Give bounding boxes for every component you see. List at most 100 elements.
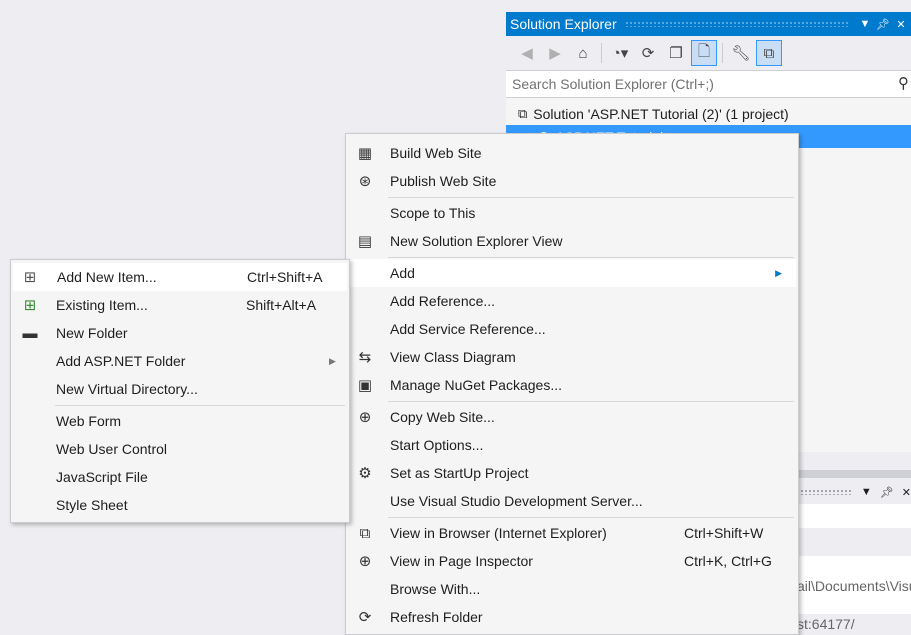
menu-item-add[interactable]: Add ▶: [348, 259, 796, 287]
menu-item-use-vs-development-server[interactable]: Use Visual Studio Development Server...: [346, 487, 798, 515]
menu-item-label: New Folder: [56, 325, 128, 341]
solution-label: Solution 'ASP.NET Tutorial (2)' (1 proje…: [533, 105, 789, 122]
pin-icon[interactable]: 📌︎: [875, 18, 891, 31]
sync-icon[interactable]: ⟳: [635, 40, 661, 66]
close-icon[interactable]: ✕: [893, 18, 909, 31]
submenu-item-web-user-control[interactable]: Web User Control: [11, 435, 349, 463]
collapse-all-icon[interactable]: ❐: [663, 40, 689, 66]
pending-changes-icon[interactable]: ◔▾: [607, 40, 633, 66]
menu-item-label: Add: [390, 265, 415, 281]
submenu-item-add-aspnet-folder[interactable]: Add ASP.NET Folder ▶: [11, 347, 349, 375]
preview-icon[interactable]: ⧉: [756, 40, 782, 66]
properties-object-selector[interactable]: [796, 504, 911, 528]
menu-item-build-web-site[interactable]: ▦ Build Web Site: [346, 139, 798, 167]
dropdown-icon[interactable]: ▼: [861, 486, 872, 498]
menu-item-label: Refresh Folder: [390, 609, 483, 625]
new-view-icon: ▤: [357, 233, 373, 250]
menu-item-label: Browse With...: [390, 581, 481, 597]
panel-divider: [796, 470, 911, 478]
menu-item-copy-web-site[interactable]: ⊕ Copy Web Site...: [346, 403, 798, 431]
submenu-item-new-folder[interactable]: ▬ New Folder: [11, 319, 349, 347]
build-icon: ▦: [357, 145, 373, 162]
submenu-item-style-sheet[interactable]: Style Sheet: [11, 491, 349, 519]
dropdown-icon[interactable]: ▼: [857, 18, 873, 30]
menu-item-shortcut: Ctrl+Shift+A: [247, 269, 323, 285]
menu-item-view-in-page-inspector[interactable]: ⊕ View in Page Inspector Ctrl+K, Ctrl+G: [346, 547, 798, 575]
submenu-item-add-new-item[interactable]: ⊞ Add New Item... Ctrl+Shift+A: [13, 263, 347, 291]
nuget-icon: ▣: [357, 377, 373, 394]
menu-item-label: Add Service Reference...: [390, 321, 546, 337]
menu-item-label: Start Options...: [390, 437, 484, 453]
copy-web-icon: ⊕: [358, 409, 372, 426]
menu-item-label: Web Form: [56, 413, 122, 429]
menu-item-label: Web User Control: [56, 441, 168, 457]
menu-item-manage-nuget-packages[interactable]: ▣ Manage NuGet Packages...: [346, 371, 798, 399]
menu-item-start-options[interactable]: Start Options...: [346, 431, 798, 459]
solution-explorer-title-bar: Solution Explorer ▼ 📌︎ ✕: [506, 12, 911, 36]
context-menu: ▦ Build Web Site ⊛ Publish Web Site Scop…: [345, 133, 799, 635]
menu-separator: [388, 197, 794, 198]
menu-item-new-solution-explorer-view[interactable]: ▤ New Solution Explorer View: [346, 227, 798, 255]
property-path-value: ail\Documents\Visu: [797, 578, 911, 594]
menu-separator: [388, 257, 794, 258]
menu-item-browse-with[interactable]: Browse With...: [346, 575, 798, 603]
menu-separator: [388, 401, 794, 402]
menu-item-view-in-browser[interactable]: ⧉ View in Browser (Internet Explorer) Ct…: [346, 519, 798, 547]
home-icon[interactable]: ⌂: [570, 40, 596, 66]
search-placeholder: Search Solution Explorer (Ctrl+;): [512, 76, 714, 92]
menu-item-label: Add New Item...: [57, 269, 157, 285]
menu-item-label: View in Page Inspector: [390, 553, 533, 569]
class-diagram-icon: ⇆: [358, 349, 372, 366]
tree-item-solution[interactable]: ⧉ Solution 'ASP.NET Tutorial (2)' (1 pro…: [506, 102, 911, 125]
show-all-files-icon[interactable]: 🗋︎: [691, 40, 717, 66]
gear-icon: ⚙: [358, 465, 372, 482]
search-input[interactable]: Search Solution Explorer (Ctrl+;) ⚲: [506, 70, 911, 98]
menu-separator: [55, 405, 345, 406]
menu-item-label: Manage NuGet Packages...: [390, 377, 562, 393]
existing-item-icon: ⊞: [23, 297, 37, 314]
properties-icon[interactable]: 🔧︎: [728, 40, 754, 66]
toolbar-separator: [601, 43, 602, 63]
menu-item-label: View in Browser (Internet Explorer): [390, 525, 607, 541]
title-grip: [796, 489, 853, 495]
pin-icon[interactable]: 📌︎: [880, 486, 894, 499]
toolbar-separator: [722, 43, 723, 63]
menu-item-shortcut: Ctrl+K, Ctrl+G: [684, 553, 772, 569]
menu-item-label: JavaScript File: [56, 469, 148, 485]
submenu-item-existing-item[interactable]: ⊞ Existing Item... Shift+Alt+A: [11, 291, 349, 319]
menu-separator: [388, 517, 794, 518]
menu-item-add-service-reference[interactable]: Add Service Reference...: [346, 315, 798, 343]
refresh-icon: ⟳: [358, 609, 372, 626]
menu-item-publish-web-site[interactable]: ⊛ Publish Web Site: [346, 167, 798, 195]
menu-item-label: Existing Item...: [56, 297, 148, 313]
back-icon[interactable]: ◀: [514, 40, 540, 66]
menu-item-label: Scope to This: [390, 205, 476, 221]
search-icon[interactable]: ⚲: [898, 74, 909, 92]
close-icon[interactable]: ✕: [902, 486, 911, 499]
menu-item-label: Use Visual Studio Development Server...: [390, 493, 643, 509]
browser-icon: ⧉: [359, 524, 371, 542]
menu-item-add-reference[interactable]: Add Reference...: [346, 287, 798, 315]
menu-item-scope-to-this[interactable]: Scope to This: [346, 199, 798, 227]
submenu-item-javascript-file[interactable]: JavaScript File: [11, 463, 349, 491]
menu-item-shortcut: Ctrl+Shift+W: [684, 525, 764, 541]
solution-explorer-title: Solution Explorer: [510, 16, 617, 32]
submenu-item-new-virtual-directory[interactable]: New Virtual Directory...: [11, 375, 349, 403]
solution-icon: ⧉: [518, 105, 528, 121]
menu-item-view-class-diagram[interactable]: ⇆ View Class Diagram: [346, 343, 798, 371]
menu-item-label: Add ASP.NET Folder: [56, 353, 186, 369]
menu-item-label: Build Web Site: [390, 145, 482, 161]
publish-icon: ⊛: [358, 173, 372, 190]
new-folder-icon: ▬: [22, 324, 38, 342]
property-url-value: st:64177/: [797, 616, 855, 632]
menu-item-set-as-startup-project[interactable]: ⚙ Set as StartUp Project: [346, 459, 798, 487]
submenu-item-web-form[interactable]: Web Form: [11, 407, 349, 435]
submenu-arrow-icon: ▶: [329, 355, 336, 366]
menu-item-label: Copy Web Site...: [390, 409, 495, 425]
title-grip: [624, 21, 849, 27]
menu-item-refresh-folder[interactable]: ⟳ Refresh Folder: [346, 603, 798, 631]
properties-title-bar: ▼ 📌︎ ✕: [796, 482, 911, 502]
menu-item-shortcut: Shift+Alt+A: [246, 297, 317, 313]
menu-item-label: New Virtual Directory...: [56, 381, 198, 397]
forward-icon[interactable]: ▶: [542, 40, 568, 66]
